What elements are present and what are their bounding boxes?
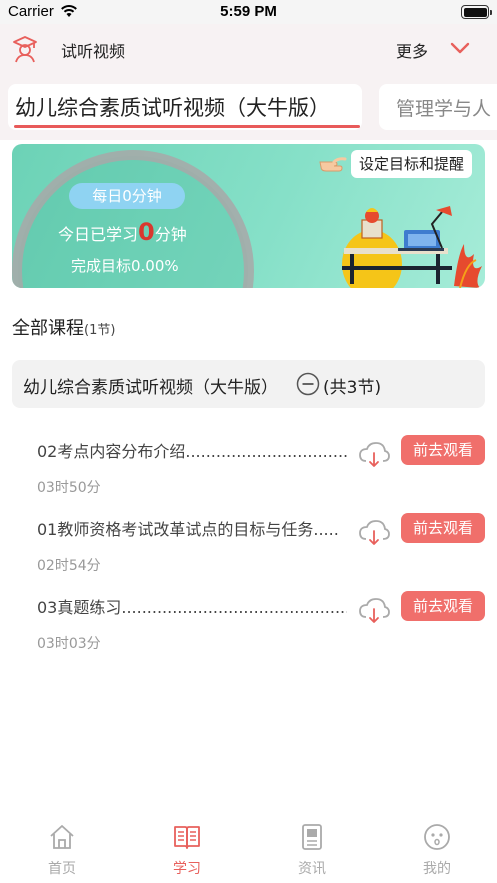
tab-profile[interactable]: 我的 [397, 815, 477, 883]
tab-underline [14, 125, 360, 128]
course-tab-active[interactable]: 幼儿综合素质试听视频（大牛版） [8, 84, 362, 130]
tab-label: 学习 [173, 861, 201, 877]
list-item[interactable]: 01教师资格考试改革试点的目标与任务..... 02时54分 前去观看 [0, 513, 497, 589]
list-item[interactable]: 03真题练习..................................… [0, 591, 497, 667]
watch-button[interactable]: 前去观看 [401, 513, 485, 543]
lesson-duration: 03时03分 [37, 636, 101, 652]
set-goal-button[interactable]: 设定目标和提醒 [351, 150, 473, 178]
clock: 5:59 PM [220, 3, 277, 20]
lesson-duration: 03时50分 [37, 480, 101, 496]
tab-label: 我的 [423, 861, 451, 877]
chapter-title: 幼儿综合素质试听视频（大牛版） [23, 378, 278, 398]
tab-label: 资讯 [298, 861, 326, 877]
section-count: (1节) [84, 323, 116, 338]
lesson-title: 01教师资格考试改革试点的目标与任务..... [37, 520, 339, 539]
chapter-header[interactable]: 幼儿综合素质试听视频（大牛版） (共3节) [12, 360, 485, 408]
tab-study[interactable]: 学习 [147, 815, 227, 883]
news-icon [302, 824, 322, 850]
studied-prefix: 今日已学习 [58, 225, 139, 244]
tab-label: 首页 [48, 861, 76, 877]
lesson-title: 03真题练习..................................… [37, 598, 347, 617]
study-progress-banner: 每日0分钟 今日已学习0分钟 完成目标0.00% 设定目标和提醒 [12, 144, 485, 288]
course-tab[interactable]: 管理学与人 [379, 84, 497, 130]
studied-suffix: 分钟 [154, 225, 187, 244]
studied-today: 今日已学习0分钟 [58, 218, 187, 246]
course-tabs: 幼儿综合素质试听视频（大牛版） 管理学与人 [0, 74, 497, 140]
section-title: 全部课程(1节) [12, 314, 115, 340]
more-button[interactable]: 更多 [396, 38, 428, 62]
app-header: 试听视频 更多 [0, 24, 497, 74]
desk-illustration [342, 206, 482, 288]
studied-minutes: 0 [138, 218, 155, 246]
profile-icon [424, 824, 450, 850]
course-tab-label: 幼儿综合素质试听视频（大牛版） [15, 96, 330, 120]
pointing-hand-icon [319, 157, 347, 172]
graduate-avatar-icon[interactable] [10, 33, 40, 63]
lesson-title: 02考点内容分布介绍..............................… [37, 442, 347, 461]
tab-home[interactable]: 首页 [22, 815, 102, 883]
cloud-download-icon[interactable] [358, 519, 390, 547]
bottom-tab-bar: 首页 学习 资讯 我的 [0, 815, 497, 883]
list-item[interactable]: 02考点内容分布介绍..............................… [0, 435, 497, 511]
battery-icon [461, 5, 492, 19]
page-title: 试听视频 [61, 42, 126, 61]
book-icon [174, 826, 200, 849]
chevron-down-icon[interactable] [449, 39, 471, 57]
cloud-download-icon[interactable] [358, 441, 390, 469]
daily-goal-badge: 每日0分钟 [69, 183, 185, 209]
course-tab-label: 管理学与人 [396, 98, 492, 120]
watch-button[interactable]: 前去观看 [401, 435, 485, 465]
status-bar: Carrier 5:59 PM [0, 0, 497, 24]
home-icon [50, 825, 74, 849]
watch-button[interactable]: 前去观看 [401, 591, 485, 621]
lesson-duration: 02时54分 [37, 558, 101, 574]
section-title-text: 全部课程 [12, 318, 84, 339]
collapse-icon[interactable] [296, 372, 320, 396]
chapter-lesson-count: (共3节) [323, 378, 382, 398]
goal-progress: 完成目标0.00% [71, 257, 179, 275]
tab-news[interactable]: 资讯 [272, 815, 352, 883]
cloud-download-icon[interactable] [358, 597, 390, 625]
